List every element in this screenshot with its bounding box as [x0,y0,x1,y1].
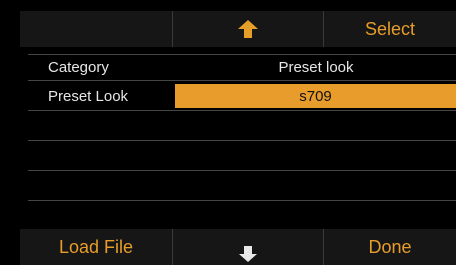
row-label: Category [48,58,109,76]
row-separator [28,200,456,201]
list-row-empty [28,112,456,138]
row-value: Preset look [278,58,354,76]
select-button[interactable]: Select [324,11,456,47]
top-toolbar: Select [20,11,456,47]
preset-look-screen: Select Category Preset look Preset Look … [0,0,456,265]
arrow-down-icon [239,246,257,262]
scroll-up-button[interactable] [173,11,323,47]
row-separator [28,170,456,171]
list-row-empty [28,142,456,168]
load-file-label: Load File [58,236,134,257]
list-row-category[interactable]: Category Preset look [28,56,456,78]
load-file-button[interactable]: Load File [20,229,172,265]
selected-value-field[interactable]: s709 [175,84,456,108]
select-button-label: Select [364,18,416,39]
arrow-up-icon [238,20,258,38]
row-label: Preset Look [48,87,129,105]
bottom-toolbar: Load File Done [20,229,456,265]
row-separator [28,140,456,141]
done-button[interactable]: Done [324,229,456,265]
list-row-empty [28,172,456,198]
row-separator [28,80,456,81]
done-label: Done [368,236,412,257]
scroll-down-button[interactable] [173,229,323,265]
list-row-preset-look[interactable]: Preset Look s709 [28,84,456,108]
toolbar-empty-slot [20,11,172,47]
row-separator [28,54,456,55]
row-separator [28,110,456,111]
